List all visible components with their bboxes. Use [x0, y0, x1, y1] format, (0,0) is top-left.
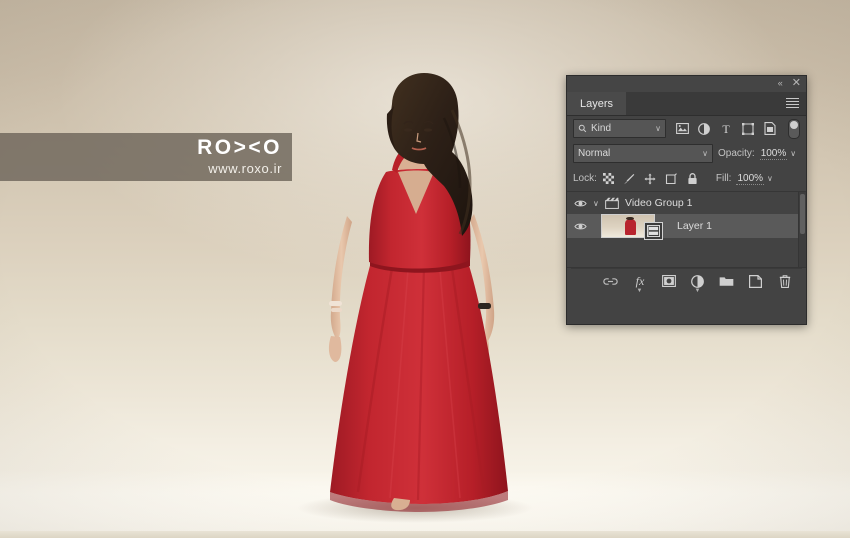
- chevron-down-icon: ∨: [767, 174, 773, 183]
- svg-text:T: T: [722, 123, 730, 135]
- layer-visibility-toggle[interactable]: [567, 199, 593, 208]
- blend-opacity-row: Normal ∨ Opacity: 100% ∨: [567, 141, 806, 166]
- lock-label: Lock:: [573, 173, 597, 184]
- fill-label: Fill:: [715, 173, 732, 184]
- chevron-down-icon: ∨: [655, 124, 661, 133]
- layer-visibility-toggle[interactable]: [567, 222, 593, 231]
- search-icon: [578, 124, 587, 133]
- chevron-down-icon: ∨: [790, 149, 797, 158]
- chevron-down-icon: ∨: [702, 149, 708, 158]
- video-group-icon: [604, 197, 619, 209]
- caret-down-icon: ▼: [694, 287, 701, 294]
- layer-row-video-group[interactable]: ∨ Video Group 1: [567, 192, 806, 214]
- layer-group-name: Video Group 1: [625, 197, 693, 209]
- link-layers-button[interactable]: [603, 274, 618, 289]
- layer-list: ∨ Video Group 1 Layer 1: [567, 191, 806, 268]
- tab-layers-label: Layers: [580, 97, 614, 110]
- layer-name: Layer 1: [677, 220, 713, 232]
- opacity-value: 100%: [759, 147, 788, 160]
- layer-thumbnail[interactable]: [601, 214, 663, 240]
- panel-footer-toolbar: fx ▼ ▼: [567, 269, 806, 294]
- layer-list-scrollbar[interactable]: [798, 192, 806, 267]
- opacity-field[interactable]: 100% ∨: [759, 146, 797, 161]
- svg-text:fx: fx: [635, 274, 644, 288]
- new-group-button[interactable]: [719, 274, 734, 289]
- filter-enable-toggle[interactable]: [788, 118, 800, 139]
- filter-smart-object-icon[interactable]: [763, 122, 777, 136]
- delete-layer-button[interactable]: [777, 274, 792, 289]
- film-strip-icon: [644, 222, 663, 240]
- filter-shape-icon[interactable]: [741, 122, 755, 136]
- tab-layers[interactable]: Layers: [567, 92, 627, 115]
- fill-value: 100%: [736, 172, 765, 185]
- layers-panel: « ✕ Layers Kind ∨ T Normal ∨ Opacity: 10…: [566, 75, 807, 325]
- fill-field[interactable]: 100% ∨: [736, 171, 773, 186]
- filter-adjustment-icon[interactable]: [697, 122, 711, 136]
- add-layer-mask-button[interactable]: [661, 274, 676, 289]
- screenshot-root: RO><O www.roxo.ir « ✕ Layers Kind ∨ T No…: [0, 0, 850, 538]
- watermark-bar: RO><O www.roxo.ir: [0, 133, 292, 181]
- layer-style-button[interactable]: fx ▼: [632, 274, 647, 294]
- panel-menu-icon[interactable]: [786, 98, 799, 108]
- group-expand-chevron-icon[interactable]: ∨: [593, 199, 604, 208]
- panel-tabbar: Layers: [567, 92, 806, 116]
- close-icon[interactable]: ✕: [792, 78, 801, 89]
- lock-artboard-icon[interactable]: [665, 172, 678, 185]
- adjustment-layer-button[interactable]: ▼: [690, 274, 705, 294]
- watermark-url: www.roxo.ir: [208, 161, 282, 176]
- panel-topbar: « ✕: [567, 76, 806, 92]
- lock-image-pixels-icon[interactable]: [623, 172, 636, 185]
- lock-position-icon[interactable]: [644, 172, 657, 185]
- lock-transparency-icon[interactable]: [602, 172, 615, 185]
- caret-down-icon: ▼: [636, 287, 643, 294]
- opacity-label: Opacity:: [718, 148, 755, 159]
- layer-filter-row: Kind ∨ T: [567, 116, 806, 141]
- new-layer-button[interactable]: [748, 274, 763, 289]
- filter-kind-label: Kind: [591, 123, 612, 134]
- bottom-edge-strip: [0, 531, 850, 538]
- filter-kind-select[interactable]: Kind ∨: [573, 119, 666, 138]
- blend-mode-value: Normal: [578, 148, 611, 159]
- lock-all-icon[interactable]: [686, 172, 699, 185]
- filter-type-icon[interactable]: T: [719, 122, 733, 136]
- double-chevron-left-icon[interactable]: «: [778, 79, 783, 88]
- lock-fill-row: Lock: Fill: 100% ∨: [567, 166, 806, 191]
- layer-row-layer-1[interactable]: Layer 1: [567, 214, 806, 240]
- panel-body: Kind ∨ T Normal ∨ Opacity: 100% ∨ Lock: …: [567, 116, 806, 294]
- filter-pixel-icon[interactable]: [675, 122, 689, 136]
- blend-mode-select[interactable]: Normal ∨: [573, 144, 713, 163]
- watermark-logo: RO><O: [197, 136, 282, 159]
